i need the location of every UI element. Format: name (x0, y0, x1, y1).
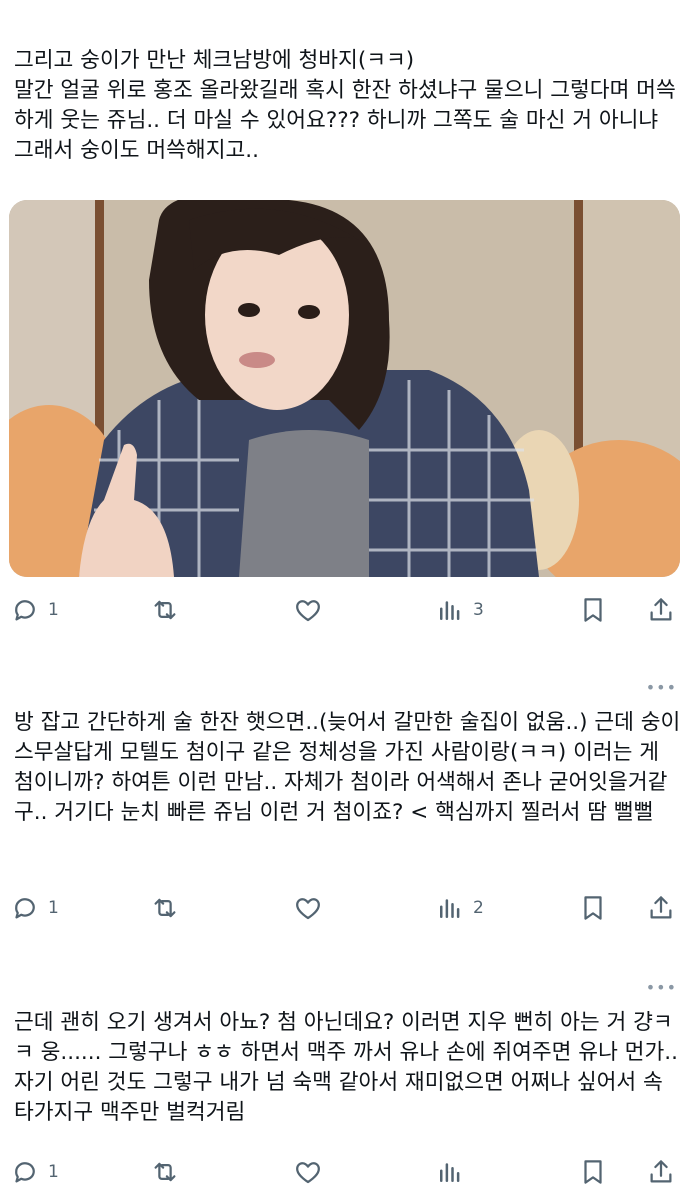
bookmark-icon (584, 598, 602, 622)
views-icon (440, 1163, 460, 1182)
share-button[interactable] (646, 1152, 676, 1192)
bookmark-icon (584, 1160, 602, 1184)
bookmark-button[interactable] (578, 590, 608, 630)
reply-count: 1 (48, 600, 59, 620)
views-count: 3 (473, 600, 484, 620)
share-icon (650, 1160, 672, 1183)
reply-button[interactable]: 1 (10, 888, 59, 928)
share-icon (650, 896, 672, 919)
more-icon[interactable]: ••• (646, 678, 677, 697)
tweet-media-photo[interactable] (9, 200, 680, 577)
reply-count: 1 (48, 898, 59, 918)
reply-icon (15, 1162, 35, 1183)
retweet-button[interactable] (150, 590, 188, 630)
reply-button[interactable]: 1 (10, 590, 59, 630)
like-icon (296, 898, 320, 920)
reply-icon (15, 600, 35, 621)
tweet-text: 방 잡고 간단하게 술 한잔 햇으면..(늦어서 갈만한 술집이 없움..) 근… (14, 710, 681, 825)
views-button[interactable]: 3 (435, 590, 484, 630)
bookmark-icon (584, 896, 602, 920)
reply-icon (15, 898, 35, 919)
reply-button[interactable]: 1 (10, 1152, 59, 1192)
retweet-button[interactable] (150, 1152, 188, 1192)
like-button[interactable] (293, 888, 331, 928)
tweet-text: 그리고 숭이가 만난 체크남방에 청바지(ㅋㅋ) 말간 얼굴 위로 홍조 올라왔… (14, 48, 676, 163)
views-icon (440, 899, 460, 918)
tweet-2: ••• 방 잡고 간단하게 술 한잔 햇으면..(늦어서 갈만한 술집이 없움.… (0, 670, 699, 940)
retweet-button[interactable] (150, 888, 188, 928)
more-icon[interactable]: ••• (646, 978, 677, 997)
share-icon (650, 598, 672, 621)
views-count: 2 (473, 898, 484, 918)
tweet-action-bar: 1 2 (0, 888, 699, 928)
views-button[interactable]: 2 (435, 888, 484, 928)
like-icon (296, 600, 320, 622)
retweet-icon (154, 898, 176, 918)
tweet-1: 그리고 숭이가 만난 체크남방에 청바지(ㅋㅋ) 말간 얼굴 위로 홍조 올라왔… (0, 0, 699, 640)
reply-count: 1 (48, 1162, 59, 1182)
tweet-action-bar: 1 3 (0, 590, 699, 630)
views-button[interactable] (435, 1152, 473, 1192)
retweet-icon (154, 600, 176, 620)
tweet-action-bar: 1 (0, 1152, 699, 1192)
share-button[interactable] (646, 590, 676, 630)
bookmark-button[interactable] (578, 888, 608, 928)
like-icon (296, 1162, 320, 1184)
tweet-text: 근데 괜히 오기 생겨서 아뇨? 첨 아닌데요? 이러면 지우 뻔히 아는 거 … (14, 1010, 678, 1125)
retweet-icon (154, 1162, 176, 1182)
like-button[interactable] (293, 590, 331, 630)
views-icon (440, 601, 460, 620)
like-button[interactable] (293, 1152, 331, 1192)
share-button[interactable] (646, 888, 676, 928)
photo-illustration (9, 200, 680, 577)
bookmark-button[interactable] (578, 1152, 608, 1192)
tweet-3: ••• 근데 괜히 오기 생겨서 아뇨? 첨 아닌데요? 이러면 지우 뻔히 아… (0, 970, 699, 1200)
